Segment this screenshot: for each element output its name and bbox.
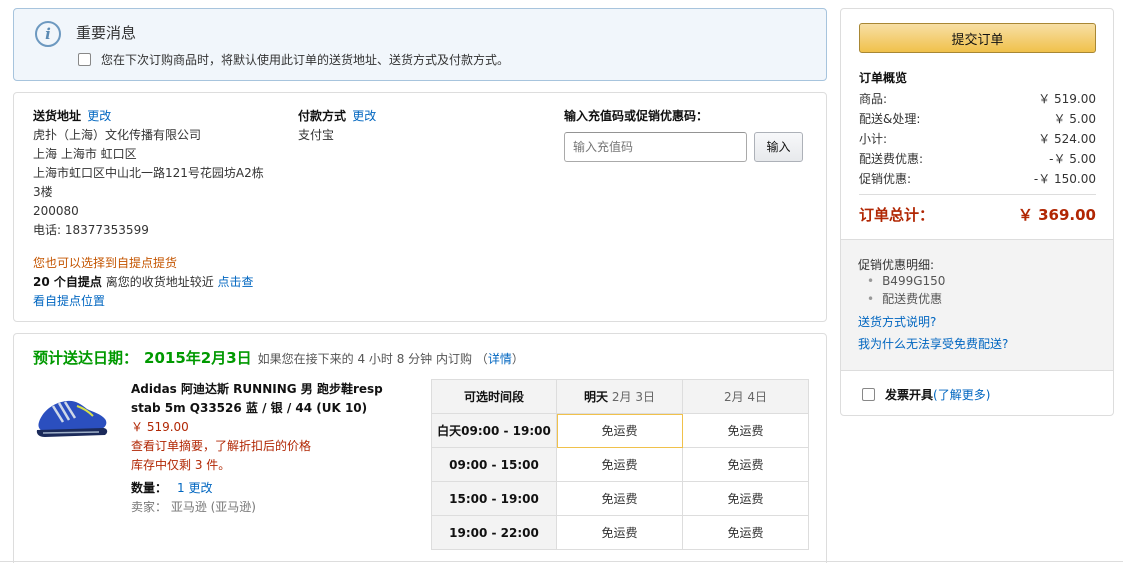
slot-option[interactable]: 免运费 (682, 515, 809, 550)
slot-time: 09:00 - 15:00 (431, 447, 557, 482)
stock-note: 库存中仅剩 3 件。 (131, 458, 231, 472)
summary-row: 配送费优惠: -￥ 5.00 (859, 152, 1096, 166)
code-header: 输入充值码或促销优惠码： (564, 109, 709, 123)
delivery-date: 2015年2月3日 (144, 349, 252, 367)
payment-value: 支付宝 (298, 128, 335, 142)
product-image[interactable] (33, 392, 111, 442)
quantity-label: 数量： (131, 481, 168, 495)
pickup-link[interactable]: 点击查 (218, 275, 254, 289)
pickup-info: 20 个自提点 离您的收货地址较近 点击查 (33, 273, 285, 292)
pickup-hint: 您也可以选择到自提点提货 (33, 256, 178, 270)
address-line: 200080 (33, 204, 79, 218)
address-line: 3楼 (33, 185, 53, 199)
free-shipping-link[interactable]: 我为什么无法享受免费配送? (858, 335, 1008, 352)
promo-details: 促销优惠明细: B499G150 配送费优惠 送货方式说明? 我为什么无法享受免… (841, 239, 1113, 371)
summary-row: 商品: ￥ 519.00 (859, 92, 1096, 106)
promo-code-input[interactable] (564, 132, 747, 162)
pickup-near: 离您的收货地址较近 (101, 275, 218, 289)
delivery-section: 预计送达日期： 2015年2月3日 如果您在接下来的 4 小时 8 分钟 内订购… (13, 333, 827, 563)
submit-order-button[interactable]: 提交订单 (859, 23, 1096, 53)
total-label: 订单总计： (859, 206, 935, 224)
product-price: ￥ 519.00 (131, 420, 189, 434)
address-line: 上海市虹口区中山北一路121号花园坊A2栋 (33, 166, 264, 180)
quantity-change-link[interactable]: 更改 (188, 481, 212, 495)
info-icon: i (35, 21, 61, 47)
day-header-feb4[interactable]: 2月 4日 (682, 379, 809, 414)
seller: 卖家： 亚马逊 (亚马逊) (131, 500, 256, 514)
summary-title: 订单概览 (859, 71, 908, 85)
promo-list: B499G150 配送费优惠 (867, 272, 945, 308)
promo-item: B499G150 (867, 272, 945, 290)
product-name[interactable]: Adidas 阿迪达斯 RUNNING 男 跑步鞋resp stab 5m Q3… (131, 380, 401, 418)
shipping-address: 送货地址 更改 虎扑（上海）文化传播有限公司 上海 上海市 虹口区 上海市虹口区… (33, 107, 285, 311)
default-settings-checkbox[interactable]: 您在下次订购商品时，将默认使用此订单的送货地址、送货方式及付款方式。 (78, 51, 509, 68)
payment-method: 付款方式 更改 支付宝 (298, 107, 498, 145)
address-payment-section: 送货地址 更改 虎扑（上海）文化传播有限公司 上海 上海市 虹口区 上海市虹口区… (13, 92, 827, 322)
promo-title: 促销优惠明细: (858, 258, 935, 272)
slot-option[interactable]: 免运费 (682, 447, 809, 482)
apply-code-button[interactable]: 输入 (754, 132, 803, 162)
payment-header: 付款方式 (298, 109, 347, 123)
notice-title: 重要消息 (76, 24, 137, 42)
slot-time: 白天09:00 - 19:00 (431, 413, 557, 448)
address-line: 上海 上海市 虹口区 (33, 147, 137, 161)
default-settings-label: 您在下次订购商品时，将默认使用此订单的送货地址、送货方式及付款方式。 (101, 53, 510, 67)
divider (859, 194, 1096, 195)
delivery-label: 预计送达日期： (33, 349, 139, 367)
summary-row: 小计: ￥ 524.00 (859, 132, 1096, 146)
total-value: ￥ 369.00 (1017, 206, 1096, 224)
slot-time: 19:00 - 22:00 (431, 515, 557, 550)
delivery-note: 如果您在接下来的 4 小时 8 分钟 内订购 （详情） (257, 352, 524, 366)
slots-header: 可选时间段 (431, 379, 557, 414)
slot-time: 15:00 - 19:00 (431, 481, 557, 516)
important-notice: i 重要消息 您在下次订购商品时，将默认使用此订单的送货地址、送货方式及付款方式… (13, 8, 827, 81)
slot-option[interactable]: 免运费 (556, 413, 683, 448)
product-info: Adidas 阿迪达斯 RUNNING 男 跑步鞋resp stab 5m Q3… (131, 380, 401, 517)
invoice-checkbox[interactable]: 发票开具(了解更多) (862, 386, 990, 403)
shipping-header: 送货地址 (33, 109, 82, 123)
order-total: 订单总计： ￥ 369.00 (859, 204, 1096, 225)
order-summary-panel: 提交订单 订单概览 商品: ￥ 519.00 配送&处理: ￥ 5.00 小计: ￥ … (840, 8, 1114, 416)
checkbox-box[interactable] (862, 388, 875, 401)
slot-option[interactable]: 免运费 (556, 515, 683, 550)
promo-code: 输入充值码或促销优惠码： 输入 (564, 107, 814, 162)
promo-item: 配送费优惠 (867, 290, 945, 308)
slot-option[interactable]: 免运费 (556, 447, 683, 482)
shipping-change-link[interactable]: 更改 (87, 109, 111, 123)
shipping-info-link[interactable]: 送货方式说明? (858, 313, 936, 330)
address-phone: 电话: 18377353599 (33, 223, 149, 237)
pickup-link-cont[interactable]: 看自提点位置 (33, 294, 105, 308)
address-line: 虎扑（上海）文化传播有限公司 (33, 128, 202, 142)
delivery-slots-table: 可选时间段 明天 2月 3日 2月 4日 白天09:00 - 19:00 免运费… (431, 379, 809, 550)
payment-change-link[interactable]: 更改 (352, 109, 376, 123)
order-summary-note: 查看订单摘要，了解折扣后的价格 (131, 439, 312, 453)
learn-more-link[interactable]: 了解更多 (938, 386, 986, 403)
delivery-estimate: 预计送达日期： 2015年2月3日 如果您在接下来的 4 小时 8 分钟 内订购… (33, 347, 524, 368)
pickup-count: 20 个自提点 (33, 275, 102, 289)
quantity-value: 1 (177, 481, 185, 495)
checkbox-box[interactable] (78, 53, 91, 66)
page-bottom-divider (0, 561, 1123, 562)
details-link[interactable]: 详情 (488, 352, 512, 366)
summary-row: 配送&处理: ￥ 5.00 (859, 112, 1096, 126)
day-header-tomorrow[interactable]: 明天 2月 3日 (556, 379, 683, 414)
invoice-label: 发票开具 (885, 388, 934, 402)
slot-option[interactable]: 免运费 (556, 481, 683, 516)
slot-option[interactable]: 免运费 (682, 413, 809, 448)
quantity: 数量： 1 更改 (131, 479, 401, 498)
summary-row: 促销优惠: -￥ 150.00 (859, 172, 1096, 186)
slot-option[interactable]: 免运费 (682, 481, 809, 516)
summary-rows: 商品: ￥ 519.00 配送&处理: ￥ 5.00 小计: ￥ 524.00 配送费… (859, 89, 1096, 189)
